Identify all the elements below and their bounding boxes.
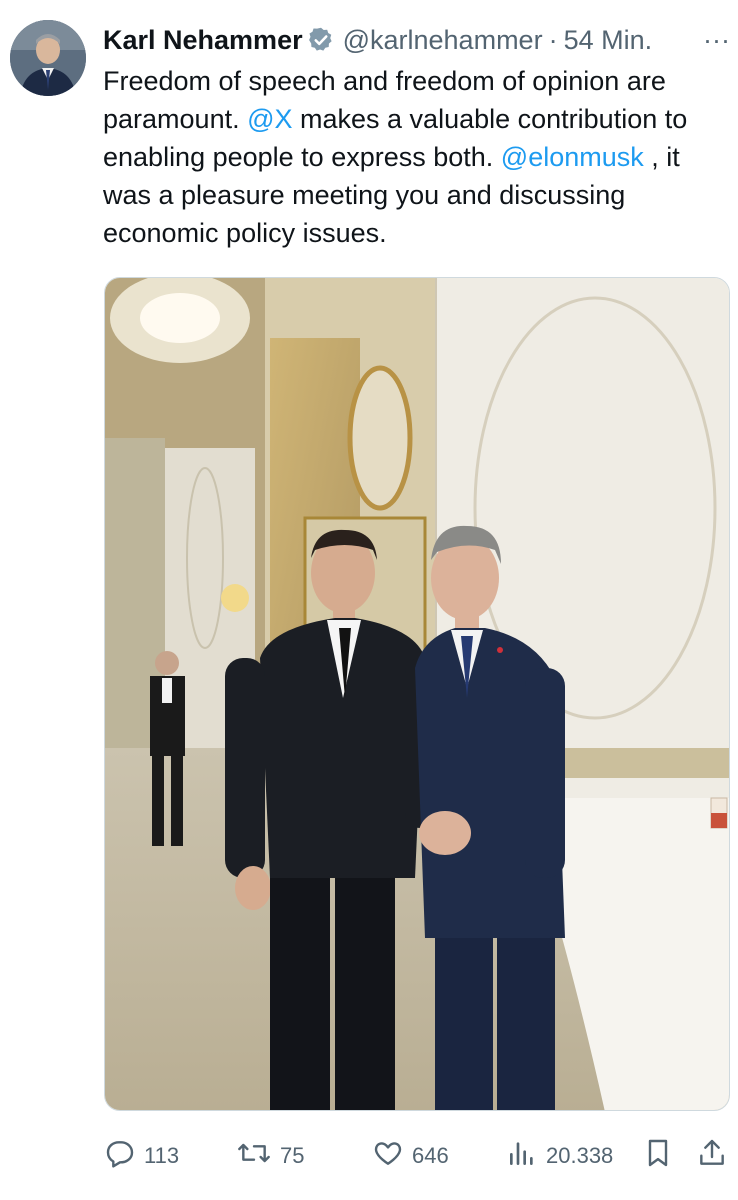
reply-count: 113 [144, 1143, 180, 1168]
bookmark-button[interactable] [642, 1136, 682, 1176]
share-button[interactable] [696, 1136, 736, 1176]
bookmark-icon [642, 1136, 682, 1176]
tweet-header: Karl Nehammer @karlnehammer · 54 Min. ··… [103, 22, 730, 58]
like-count: 646 [412, 1143, 449, 1168]
views-count: 20.338 [546, 1143, 614, 1168]
author-name[interactable]: Karl Nehammer [103, 25, 303, 56]
reply-button[interactable]: 113 [104, 1136, 179, 1176]
timestamp[interactable]: 54 Min. [564, 25, 653, 56]
share-icon [696, 1136, 736, 1176]
views-icon [506, 1137, 546, 1175]
repost-icon [236, 1137, 280, 1175]
tweet-text: Freedom of speech and freedom of opinion… [103, 62, 733, 252]
avatar[interactable] [10, 20, 86, 96]
mention-elonmusk-link[interactable]: @elonmusk [501, 142, 644, 172]
mention-x-link[interactable]: @X [247, 104, 292, 134]
tweet-photo[interactable] [104, 277, 730, 1111]
reply-icon [104, 1137, 144, 1175]
like-icon [372, 1137, 412, 1175]
action-bar: 113 75 646 20.338 [104, 1136, 730, 1176]
repost-count: 75 [280, 1143, 305, 1168]
verified-badge-icon [307, 26, 335, 54]
repost-button[interactable]: 75 [236, 1136, 304, 1176]
views-button[interactable]: 20.338 [506, 1136, 613, 1176]
like-button[interactable]: 646 [372, 1136, 449, 1176]
author-handle[interactable]: @karlnehammer [343, 25, 543, 56]
more-icon[interactable]: ··· [691, 22, 730, 58]
separator-dot: · [548, 24, 558, 55]
